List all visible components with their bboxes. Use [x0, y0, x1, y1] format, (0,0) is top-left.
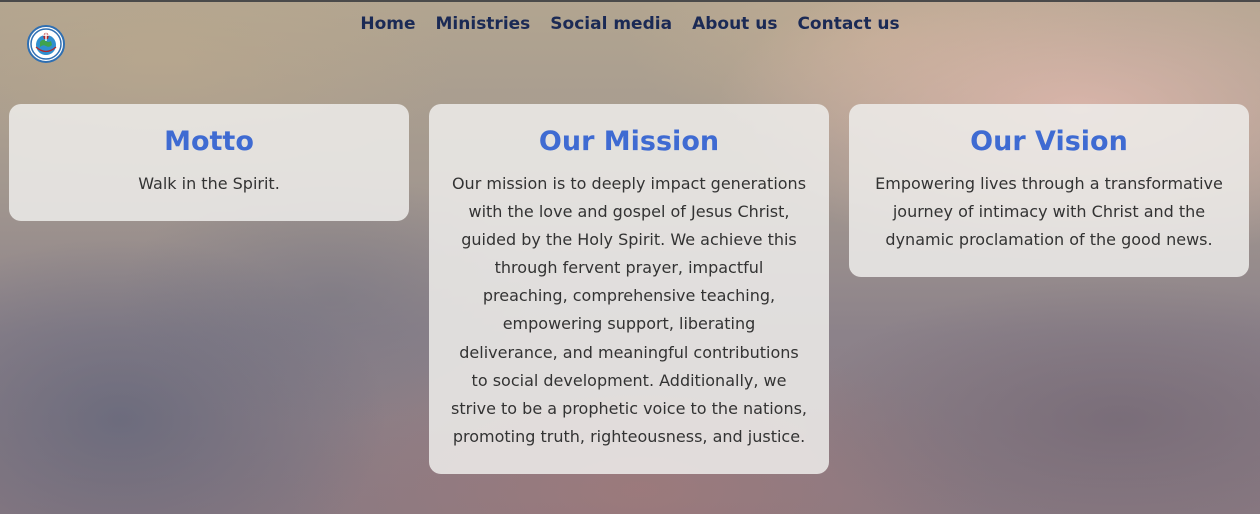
nav-social-media[interactable]: Social media	[550, 12, 672, 36]
nav-about-us[interactable]: About us	[692, 12, 777, 36]
main-nav: Home Ministries Social media About us Co…	[0, 12, 1260, 36]
mission-text: Our mission is to deeply impact generati…	[451, 174, 808, 446]
mission-card: Our Mission Our mission is to deeply imp…	[429, 104, 829, 474]
vision-card: Our Vision Empowering lives through a tr…	[849, 104, 1249, 277]
nav-contact-us[interactable]: Contact us	[797, 12, 899, 36]
mission-title: Our Mission	[538, 126, 720, 157]
motto-title: Motto	[164, 126, 254, 157]
nav-ministries[interactable]: Ministries	[436, 12, 531, 36]
motto-card: Motto Walk in the Spirit.	[9, 104, 409, 221]
nav-home[interactable]: Home	[360, 12, 415, 36]
vision-text: Empowering lives through a transformativ…	[875, 174, 1223, 250]
vision-title: Our Vision	[970, 126, 1128, 157]
motto-text: Walk in the Spirit.	[138, 174, 280, 193]
top-border	[0, 0, 1260, 2]
